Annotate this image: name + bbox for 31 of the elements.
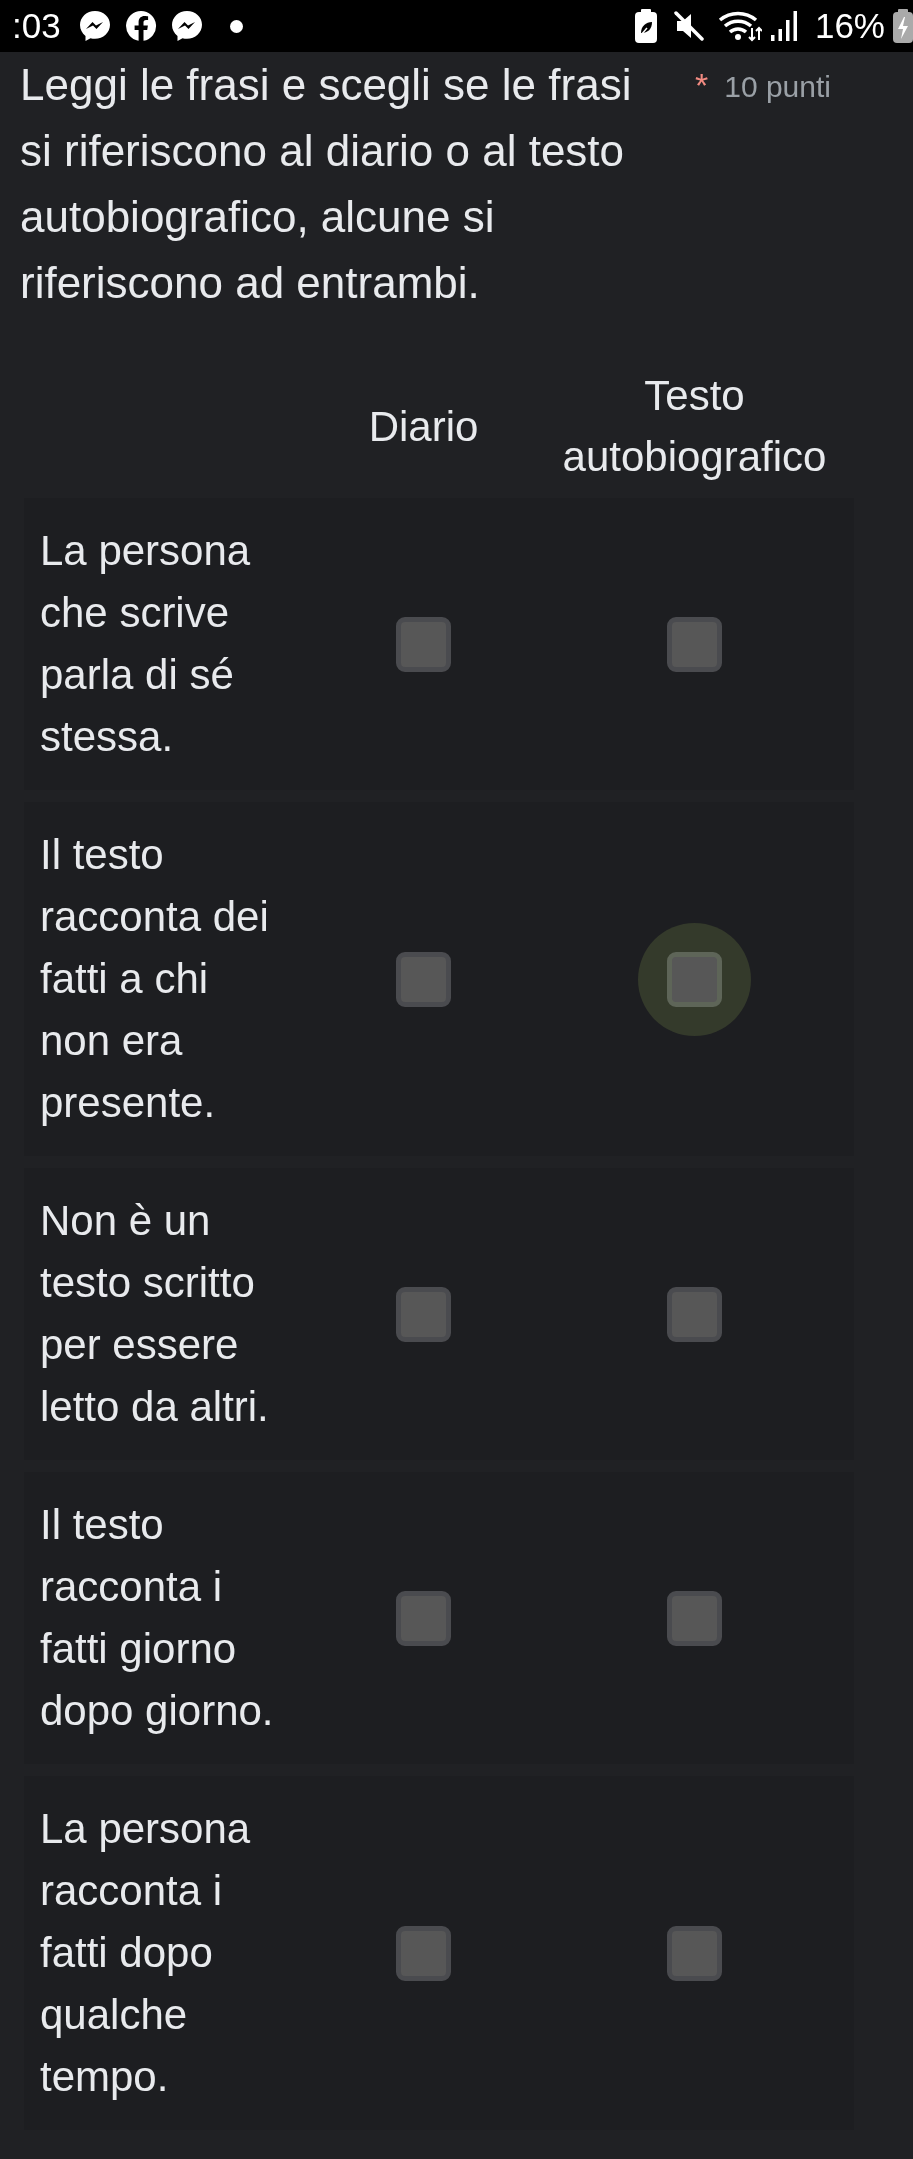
clock-time: :03 [11,6,61,46]
row-label: Non è un testo scritto per essere letto da altri. [39,1196,270,1432]
battery-leaf-icon [634,9,657,43]
row-label: Il testo racconta i fatti giorno dopo giorno. [39,1500,275,1736]
chat-bubble-icon [78,10,111,42]
points-label: 10 punti [724,69,831,105]
battery-icon [893,9,913,43]
checkbox[interactable] [667,1286,722,1342]
muted-speaker-icon [673,11,704,41]
battery-percent: 16% [814,6,885,46]
checkbox[interactable] [396,1590,451,1646]
column-header: Diario [367,401,480,452]
circle-logo-icon [124,10,157,42]
dot-icon [229,19,243,33]
row-label: Il testo racconta dei fatti a chi non era presente. [39,830,270,1128]
checkbox[interactable] [667,616,722,672]
checkbox[interactable] [396,616,451,672]
checkbox[interactable] [396,951,451,1007]
chat-bubble-icon [170,10,203,42]
column-header: Testo autobiografico [561,371,828,482]
row-label: La persona racconta i fatti dopo qualche tempo. [39,1804,252,2102]
question-title: Leggi le frasi e scegli se le frasi si riferiscono al diario o al testo autobiografico, alcune si riferiscono ad entrambi. [20,59,633,309]
required-asterisk: * [695,65,709,106]
wifi-icon [717,10,762,42]
row-label: La persona che scrive parla di sé stessa. [39,526,252,762]
checkbox[interactable] [667,1925,722,1981]
checkbox[interactable] [396,1286,451,1342]
checkbox[interactable] [667,1590,722,1646]
checkbox[interactable] [667,951,722,1007]
checkbox[interactable] [396,1925,451,1981]
signal-icon [770,11,798,41]
